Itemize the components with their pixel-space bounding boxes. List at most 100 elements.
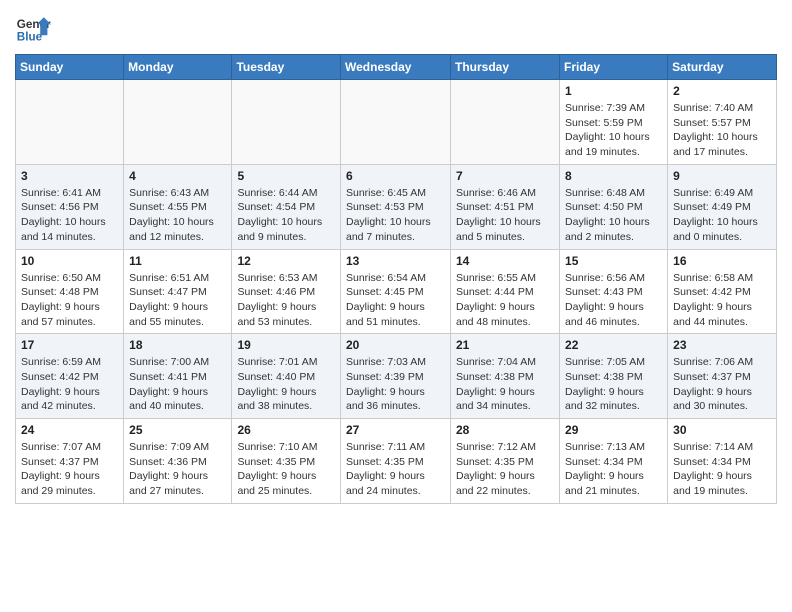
day-number: 21: [456, 338, 554, 352]
calendar-cell: 12 Sunrise: 6:53 AM Sunset: 4:46 PM Dayli…: [232, 249, 341, 334]
day-number: 12: [237, 254, 335, 268]
day-info: Sunrise: 7:07 AM Sunset: 4:37 PM Dayligh…: [21, 440, 118, 499]
day-number: 15: [565, 254, 662, 268]
day-info: Sunrise: 7:01 AM Sunset: 4:40 PM Dayligh…: [237, 355, 335, 414]
calendar-cell: 6 Sunrise: 6:45 AM Sunset: 4:53 PM Daylig…: [341, 164, 451, 249]
calendar-header-row: SundayMondayTuesdayWednesdayThursdayFrid…: [16, 55, 777, 80]
day-info: Sunrise: 7:03 AM Sunset: 4:39 PM Dayligh…: [346, 355, 445, 414]
day-number: 2: [673, 84, 771, 98]
day-info: Sunrise: 7:05 AM Sunset: 4:38 PM Dayligh…: [565, 355, 662, 414]
day-info: Sunrise: 6:45 AM Sunset: 4:53 PM Dayligh…: [346, 186, 445, 245]
calendar-cell: 29 Sunrise: 7:13 AM Sunset: 4:34 PM Dayli…: [560, 419, 668, 504]
day-info: Sunrise: 6:49 AM Sunset: 4:49 PM Dayligh…: [673, 186, 771, 245]
calendar-cell: [124, 80, 232, 165]
day-header-wednesday: Wednesday: [341, 55, 451, 80]
calendar-cell: [341, 80, 451, 165]
calendar-cell: 22 Sunrise: 7:05 AM Sunset: 4:38 PM Dayli…: [560, 334, 668, 419]
day-info: Sunrise: 6:53 AM Sunset: 4:46 PM Dayligh…: [237, 271, 335, 330]
day-header-thursday: Thursday: [451, 55, 560, 80]
logo: General Blue: [15, 10, 51, 46]
day-info: Sunrise: 7:39 AM Sunset: 5:59 PM Dayligh…: [565, 101, 662, 160]
calendar-cell: 28 Sunrise: 7:12 AM Sunset: 4:35 PM Dayli…: [451, 419, 560, 504]
calendar-cell: 25Sunrise: 7:09 AM Sunset: 4:36 PM Dayli…: [124, 419, 232, 504]
day-info: Sunrise: 7:00 AM Sunset: 4:41 PM Dayligh…: [129, 355, 226, 414]
calendar-cell: 4 Sunrise: 6:43 AM Sunset: 4:55 PM Daylig…: [124, 164, 232, 249]
day-info: Sunrise: 7:06 AM Sunset: 4:37 PM Dayligh…: [673, 355, 771, 414]
calendar-cell: 24Sunrise: 7:07 AM Sunset: 4:37 PM Dayli…: [16, 419, 124, 504]
calendar-cell: 3Sunrise: 6:41 AM Sunset: 4:56 PM Daylig…: [16, 164, 124, 249]
calendar-cell: 14 Sunrise: 6:55 AM Sunset: 4:44 PM Dayli…: [451, 249, 560, 334]
calendar-cell: 18 Sunrise: 7:00 AM Sunset: 4:41 PM Dayli…: [124, 334, 232, 419]
day-number: 14: [456, 254, 554, 268]
day-info: Sunrise: 6:51 AM Sunset: 4:47 PM Dayligh…: [129, 271, 226, 330]
calendar-cell: [232, 80, 341, 165]
day-info: Sunrise: 6:58 AM Sunset: 4:42 PM Dayligh…: [673, 271, 771, 330]
calendar-cell: 10 Sunrise: 6:50 AM Sunset: 4:48 PM Dayli…: [16, 249, 124, 334]
svg-text:Blue: Blue: [17, 31, 43, 44]
day-number: 16: [673, 254, 771, 268]
day-info: Sunrise: 6:55 AM Sunset: 4:44 PM Dayligh…: [456, 271, 554, 330]
calendar-week-row: 3Sunrise: 6:41 AM Sunset: 4:56 PM Daylig…: [16, 164, 777, 249]
calendar-cell: 26 Sunrise: 7:10 AM Sunset: 4:35 PM Dayli…: [232, 419, 341, 504]
day-info: Sunrise: 6:46 AM Sunset: 4:51 PM Dayligh…: [456, 186, 554, 245]
calendar-cell: 7 Sunrise: 6:46 AM Sunset: 4:51 PM Daylig…: [451, 164, 560, 249]
calendar-table: SundayMondayTuesdayWednesdayThursdayFrid…: [15, 54, 777, 504]
day-number: 25: [129, 423, 226, 437]
day-number: 28: [456, 423, 554, 437]
day-number: 22: [565, 338, 662, 352]
day-number: 7: [456, 169, 554, 183]
calendar-cell: [451, 80, 560, 165]
day-info: Sunrise: 6:54 AM Sunset: 4:45 PM Dayligh…: [346, 271, 445, 330]
calendar-cell: 13 Sunrise: 6:54 AM Sunset: 4:45 PM Dayli…: [341, 249, 451, 334]
day-info: Sunrise: 6:43 AM Sunset: 4:55 PM Dayligh…: [129, 186, 226, 245]
calendar-cell: 5Sunrise: 6:44 AM Sunset: 4:54 PM Daylig…: [232, 164, 341, 249]
day-number: 27: [346, 423, 445, 437]
day-number: 11: [129, 254, 226, 268]
calendar-cell: 23 Sunrise: 7:06 AM Sunset: 4:37 PM Dayli…: [668, 334, 777, 419]
calendar-cell: 15Sunrise: 6:56 AM Sunset: 4:43 PM Dayli…: [560, 249, 668, 334]
day-number: 8: [565, 169, 662, 183]
calendar-cell: 21 Sunrise: 7:04 AM Sunset: 4:38 PM Dayli…: [451, 334, 560, 419]
calendar-week-row: 17Sunrise: 6:59 AM Sunset: 4:42 PM Dayli…: [16, 334, 777, 419]
calendar-cell: 2 Sunrise: 7:40 AM Sunset: 5:57 PM Daylig…: [668, 80, 777, 165]
day-info: Sunrise: 6:48 AM Sunset: 4:50 PM Dayligh…: [565, 186, 662, 245]
calendar-cell: 8 Sunrise: 6:48 AM Sunset: 4:50 PM Daylig…: [560, 164, 668, 249]
day-number: 4: [129, 169, 226, 183]
day-number: 13: [346, 254, 445, 268]
day-header-friday: Friday: [560, 55, 668, 80]
day-number: 10: [21, 254, 118, 268]
calendar-week-row: 10 Sunrise: 6:50 AM Sunset: 4:48 PM Dayli…: [16, 249, 777, 334]
day-info: Sunrise: 7:13 AM Sunset: 4:34 PM Dayligh…: [565, 440, 662, 499]
day-number: 26: [237, 423, 335, 437]
calendar-cell: 20 Sunrise: 7:03 AM Sunset: 4:39 PM Dayli…: [341, 334, 451, 419]
calendar-cell: [16, 80, 124, 165]
calendar-week-row: 24Sunrise: 7:07 AM Sunset: 4:37 PM Dayli…: [16, 419, 777, 504]
day-number: 29: [565, 423, 662, 437]
day-number: 9: [673, 169, 771, 183]
day-info: Sunrise: 7:11 AM Sunset: 4:35 PM Dayligh…: [346, 440, 445, 499]
calendar-cell: 1 Sunrise: 7:39 AM Sunset: 5:59 PM Daylig…: [560, 80, 668, 165]
day-info: Sunrise: 7:12 AM Sunset: 4:35 PM Dayligh…: [456, 440, 554, 499]
calendar-cell: 19 Sunrise: 7:01 AM Sunset: 4:40 PM Dayli…: [232, 334, 341, 419]
day-header-sunday: Sunday: [16, 55, 124, 80]
day-number: 19: [237, 338, 335, 352]
logo-icon: General Blue: [15, 10, 51, 46]
calendar-week-row: 1 Sunrise: 7:39 AM Sunset: 5:59 PM Daylig…: [16, 80, 777, 165]
day-info: Sunrise: 6:50 AM Sunset: 4:48 PM Dayligh…: [21, 271, 118, 330]
page-header: General Blue: [15, 10, 777, 46]
calendar-cell: 11 Sunrise: 6:51 AM Sunset: 4:47 PM Dayli…: [124, 249, 232, 334]
day-number: 1: [565, 84, 662, 98]
calendar-cell: 9 Sunrise: 6:49 AM Sunset: 4:49 PM Daylig…: [668, 164, 777, 249]
day-info: Sunrise: 7:04 AM Sunset: 4:38 PM Dayligh…: [456, 355, 554, 414]
day-number: 23: [673, 338, 771, 352]
day-number: 30: [673, 423, 771, 437]
day-info: Sunrise: 7:10 AM Sunset: 4:35 PM Dayligh…: [237, 440, 335, 499]
day-number: 17: [21, 338, 118, 352]
calendar-cell: 27 Sunrise: 7:11 AM Sunset: 4:35 PM Dayli…: [341, 419, 451, 504]
day-info: Sunrise: 7:40 AM Sunset: 5:57 PM Dayligh…: [673, 101, 771, 160]
day-number: 6: [346, 169, 445, 183]
calendar-cell: 16 Sunrise: 6:58 AM Sunset: 4:42 PM Dayli…: [668, 249, 777, 334]
day-info: Sunrise: 7:14 AM Sunset: 4:34 PM Dayligh…: [673, 440, 771, 499]
day-number: 18: [129, 338, 226, 352]
day-number: 20: [346, 338, 445, 352]
